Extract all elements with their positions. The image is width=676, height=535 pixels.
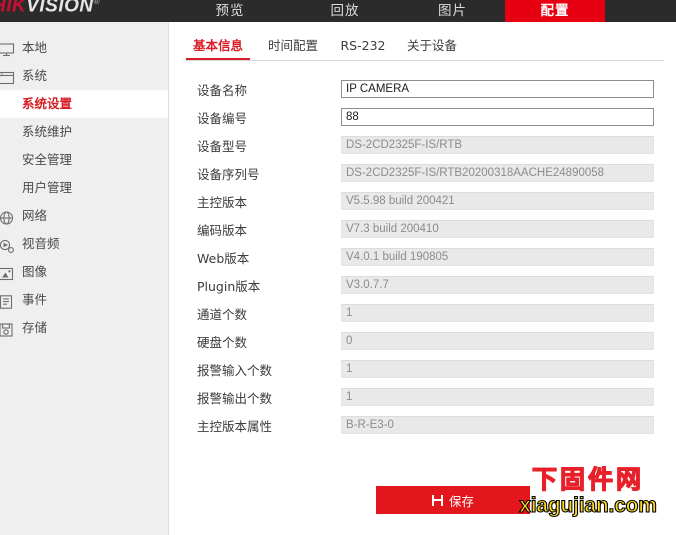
top-bar: HIKVISION® 预览 回放 图片 配置 (0, 0, 676, 22)
tab-1[interactable]: 基本信息 (186, 36, 250, 60)
form-row: 报警输出个数 1 (169, 388, 676, 416)
sidebar-item-存储[interactable]: 存储 (0, 314, 168, 342)
field-label: 报警输入个数 (197, 363, 273, 378)
field-label: 设备型号 (197, 139, 248, 154)
tab-label: 基本信息 (192, 38, 243, 53)
field-value-readonly: V7.3 build 200410 (341, 220, 654, 238)
sidebar-item-label: 视音频 (22, 236, 60, 251)
field-label: Plugin版本 (197, 279, 261, 294)
av-icon (0, 236, 19, 253)
field-label: 报警输出个数 (197, 391, 273, 406)
topnav-item-4[interactable]: 配置 (505, 0, 605, 22)
field-input[interactable]: IP CAMERA (341, 80, 654, 98)
field-label: Web版本 (197, 251, 250, 266)
topnav-item-3[interactable]: 图片 (400, 0, 505, 22)
form-row: 主控版本 V5.5.98 build 200421 (169, 192, 676, 220)
sidebar-item-系统设置[interactable]: 系统设置 (0, 90, 168, 118)
hikvision-logo: HIKVISION® (0, 0, 172, 17)
storage-icon (0, 320, 19, 337)
logo-vision-text: VISION (26, 0, 94, 17)
field-value-readonly: V3.0.7.7 (341, 276, 654, 294)
field-value-readonly: 1 (341, 388, 654, 406)
form-row: 设备序列号 DS-2CD2325F-IS/RTB20200318AACHE2489… (169, 164, 676, 192)
sidebar-item-label: 系统维护 (22, 124, 73, 139)
field-value-readonly: DS-2CD2325F-IS/RTB20200318AACHE24890058 (341, 164, 654, 182)
tab-4[interactable]: 关于设备 (403, 36, 461, 58)
sidebar-item-label: 网络 (22, 208, 48, 223)
content-panel: 基本信息 时间配置 RS-232 关于设备 设备名称 IP CAMERA 设备编号 88 设备… (169, 22, 676, 535)
field-label: 编码版本 (197, 223, 248, 238)
field-label: 设备名称 (197, 83, 248, 98)
sidebar-item-网络[interactable]: 网络 (0, 202, 168, 230)
sidebar-item-安全管理[interactable]: 安全管理 (0, 146, 168, 174)
topnav-item-2[interactable]: 回放 (290, 0, 400, 22)
field-label: 主控版本属性 (197, 419, 273, 434)
topnav-item-label: 图片 (438, 3, 467, 19)
field-value-readonly: V4.0.1 build 190805 (341, 248, 654, 266)
field-label: 硬盘个数 (197, 335, 248, 350)
sidebar-item-视音频[interactable]: 视音频 (0, 230, 168, 258)
image-icon (0, 264, 19, 281)
field-value-readonly: B-R-E3-0 (341, 416, 654, 434)
form-row: 报警输入个数 1 (169, 360, 676, 388)
form-row: 设备型号 DS-2CD2325F-IS/RTB (169, 136, 676, 164)
sidebar-item-本地[interactable]: 本地 (0, 34, 168, 62)
field-value-readonly: 1 (341, 304, 654, 322)
sidebar-item-label: 系统 (22, 68, 48, 83)
sidebar-item-label: 用户管理 (22, 180, 73, 195)
topnav-item-1[interactable]: 预览 (175, 0, 285, 22)
field-value-readonly: 0 (341, 332, 654, 350)
field-label: 设备编号 (197, 111, 248, 126)
sidebar-item-label: 系统设置 (22, 96, 73, 111)
topnav-item-label: 预览 (215, 3, 245, 19)
tab-label: 关于设备 (406, 38, 457, 53)
sidebar: 本地系统系统设置系统维护安全管理用户管理网络视音频图像事件存储 (0, 22, 169, 535)
form-row: 硬盘个数 0 (169, 332, 676, 360)
tab-label: 时间配置 (267, 38, 318, 53)
tab-3[interactable]: RS-232 (338, 36, 388, 58)
form-row: 设备名称 IP CAMERA (169, 80, 676, 108)
sidebar-item-系统[interactable]: 系统 (0, 62, 168, 90)
form-row: Plugin版本 V3.0.7.7 (169, 276, 676, 304)
form-row: Web版本 V4.0.1 build 190805 (169, 248, 676, 276)
sidebar-item-图像[interactable]: 图像 (0, 258, 168, 286)
form-row: 编码版本 V7.3 build 200410 (169, 220, 676, 248)
sidebar-item-label: 事件 (22, 292, 48, 307)
network-icon (0, 208, 19, 225)
tab-bar: 基本信息 时间配置 RS-232 关于设备 (186, 36, 664, 61)
topnav-item-label: 回放 (330, 3, 360, 19)
form-row: 主控版本属性 B-R-E3-0 (169, 416, 676, 444)
sidebar-item-事件[interactable]: 事件 (0, 286, 168, 314)
tab-label: RS-232 (340, 38, 386, 53)
field-value-readonly: 1 (341, 360, 654, 378)
monitor-icon (0, 40, 19, 57)
save-button-label: 保存 (448, 493, 474, 509)
sidebar-item-label: 图像 (22, 264, 48, 279)
device-info-form: 设备名称 IP CAMERA 设备编号 88 设备型号 DS-2CD2325F-IS/RT… (169, 80, 676, 444)
field-label: 通道个数 (197, 307, 248, 322)
floppy-disk-icon (431, 494, 443, 506)
sidebar-item-label: 安全管理 (22, 152, 73, 167)
system-icon (0, 68, 19, 85)
sidebar-item-系统维护[interactable]: 系统维护 (0, 118, 168, 146)
form-row: 通道个数 1 (169, 304, 676, 332)
field-label: 设备序列号 (197, 167, 260, 182)
event-icon (0, 292, 19, 309)
save-button[interactable]: 保存 (376, 486, 530, 514)
sidebar-item-label: 存储 (22, 320, 48, 335)
tab-2[interactable]: 时间配置 (264, 36, 322, 58)
sidebar-item-label: 本地 (22, 40, 48, 55)
field-value-readonly: DS-2CD2325F-IS/RTB (341, 136, 654, 154)
topnav-item-label: 配置 (540, 3, 570, 19)
form-row: 设备编号 88 (169, 108, 676, 136)
registered-mark: ® (93, 0, 101, 6)
field-input[interactable]: 88 (341, 108, 654, 126)
logo-hik-text: HIK (0, 0, 27, 17)
sidebar-item-用户管理[interactable]: 用户管理 (0, 174, 168, 202)
field-value-readonly: V5.5.98 build 200421 (341, 192, 654, 210)
field-label: 主控版本 (197, 195, 248, 210)
